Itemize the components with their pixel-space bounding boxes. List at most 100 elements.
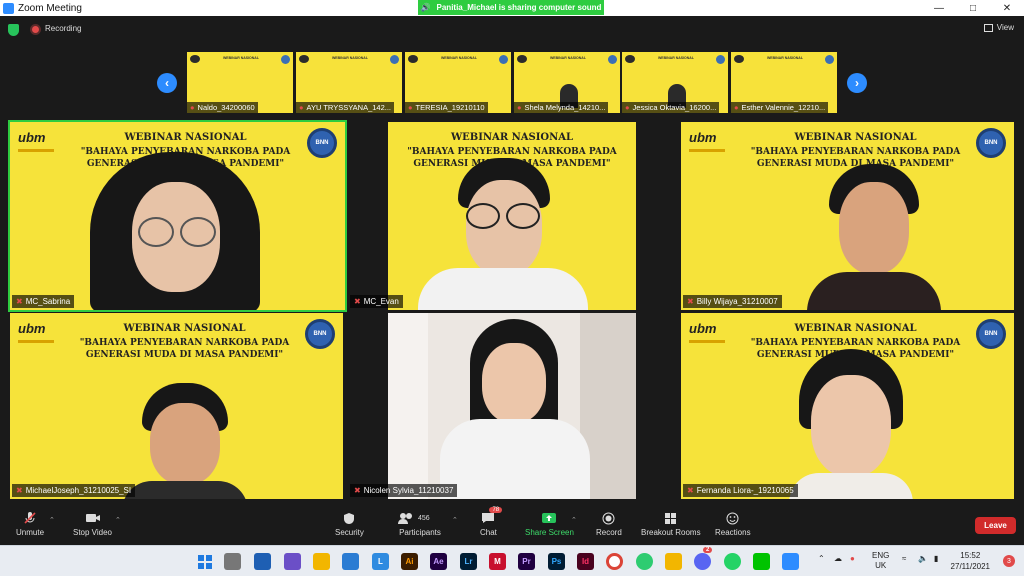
thumbnails-prev-button[interactable]: ‹ [157, 73, 177, 93]
participants-button[interactable]: 456 Participants [398, 511, 442, 537]
record-button[interactable]: Record [596, 511, 622, 537]
video-camera-icon [85, 511, 101, 525]
ubm-logo-icon [625, 55, 635, 63]
snip-tool-icon[interactable] [254, 553, 271, 570]
thumbnail-tile[interactable]: WEBINAR NASIONAL ● Naldo_34200060 [187, 52, 293, 113]
participants-options-caret-icon[interactable]: ⌃ [452, 516, 458, 524]
close-button[interactable]: ✕ [990, 0, 1024, 16]
thumbnail-tile[interactable]: WEBINAR NASIONAL ● Shela Melynda_14210... [514, 52, 620, 113]
thumbnail-banner-text: WEBINAR NASIONAL [223, 56, 259, 60]
language-indicator[interactable]: ENG UK [872, 551, 889, 571]
volume-icon[interactable]: 🔈 [918, 554, 928, 563]
meeting-toolbar: Unmute ⌃ Stop Video ⌃ Security 456 Parti… [0, 507, 1024, 545]
ubm-logo-icon [299, 55, 309, 63]
tray-mic-icon[interactable]: ● [850, 554, 855, 563]
lync-icon[interactable]: L [372, 553, 389, 570]
thumbnails-next-button[interactable]: › [847, 73, 867, 93]
premiere-icon[interactable]: Pr [518, 553, 535, 570]
file-explorer-icon[interactable] [313, 553, 330, 570]
folder-icon[interactable] [665, 553, 682, 570]
thumbnail-name: ● Esther Valennie_12210... [731, 102, 829, 113]
stop-video-button[interactable]: Stop Video [73, 511, 112, 537]
encryption-shield-icon[interactable] [8, 24, 19, 36]
onedrive-icon[interactable]: ☁ [834, 554, 842, 563]
chat-badge: 78 [489, 507, 503, 513]
bnn-seal-icon: BNN [307, 128, 337, 158]
view-label: View [996, 23, 1014, 32]
notifications-badge[interactable]: 3 [1003, 555, 1015, 567]
windows-start-icon[interactable] [196, 553, 213, 570]
bnn-seal-icon [390, 55, 399, 64]
thumbnail-tile[interactable]: WEBINAR NASIONAL ● Esther Valennie_12210.… [731, 52, 837, 113]
recording-label: Recording [45, 24, 82, 33]
photoshop-icon[interactable]: Ps [548, 553, 565, 570]
whatsapp-icon[interactable] [724, 553, 741, 570]
thumbnail-name: ● TERESIA_19210110 [405, 102, 488, 113]
chat-button[interactable]: 78 Chat [480, 507, 503, 537]
illustrator-icon[interactable]: Ai [401, 553, 418, 570]
bnn-seal-icon: BNN [976, 319, 1006, 349]
thumbnail-tile[interactable]: WEBINAR NASIONAL ● AYU TRYSSYANA_142... [296, 52, 402, 113]
leave-button[interactable]: Leave [975, 517, 1016, 534]
audio-options-caret-icon[interactable]: ⌃ [49, 516, 55, 524]
share-options-caret-icon[interactable]: ⌃ [571, 516, 577, 524]
security-button[interactable]: Security [335, 511, 364, 537]
thumbnail-tile[interactable]: WEBINAR NASIONAL ● Jessica Oktavia_16200.… [622, 52, 728, 113]
participant-name-label: ✖ MichaelJoseph_31210025_SI [12, 484, 136, 497]
video-tile-mc-evan[interactable]: WEBINAR NASIONAL "BAHAYA PENYEBARAN NARK… [348, 122, 636, 310]
task-view-icon[interactable] [224, 553, 241, 570]
reactions-button[interactable]: Reactions [715, 511, 751, 537]
sharing-banner-text: Panitia_Michael is sharing computer soun… [436, 3, 602, 12]
chrome-profile-icon[interactable] [636, 553, 653, 570]
lightroom-icon[interactable]: Lr [460, 553, 477, 570]
muted-mic-icon: ● [625, 103, 630, 112]
participant-name-label: ✖ Billy Wijaya_31210007 [683, 295, 782, 308]
video-tile-michael-joseph[interactable]: ubm BNN WEBINAR NASIONAL "BAHAYA PENYEBA… [10, 313, 343, 499]
window-title: Zoom Meeting [18, 2, 82, 14]
thumbnail-tile[interactable]: WEBINAR NASIONAL ● TERESIA_19210110 [405, 52, 511, 113]
maximize-button[interactable]: □ [956, 0, 990, 16]
indesign-icon[interactable]: Id [577, 553, 594, 570]
video-tile-mc-sabrina[interactable]: ubm BNN WEBINAR NASIONAL "BAHAYA PENYEBA… [8, 120, 347, 312]
muted-mic-icon: ✖ [16, 297, 23, 306]
muted-mic-icon: ● [190, 103, 195, 112]
minimize-button[interactable]: — [922, 0, 956, 16]
unmute-button[interactable]: Unmute [16, 511, 44, 537]
view-button[interactable]: View [983, 23, 1014, 32]
ubm-logo-icon [190, 55, 200, 63]
line-icon[interactable] [753, 553, 770, 570]
bnn-seal-icon [499, 55, 508, 64]
zoom-taskbar-icon[interactable] [782, 553, 799, 570]
battery-icon[interactable]: ▮ [934, 554, 938, 563]
bnn-seal-icon [281, 55, 290, 64]
ubm-logo-icon [408, 55, 418, 63]
shield-icon [341, 511, 357, 525]
mail-icon[interactable] [342, 553, 359, 570]
zoom-app-icon [3, 2, 14, 14]
sharing-sound-banner[interactable]: 🔊 Panitia_Michael is sharing computer so… [418, 0, 604, 15]
smiley-icon [725, 511, 741, 525]
video-tile-billy-wijaya[interactable]: ubm BNN WEBINAR NASIONAL "BAHAYA PENYEBA… [681, 122, 1014, 310]
bnn-seal-icon: BNN [305, 319, 335, 349]
participant-name-label: ✖ MC_Sabrina [12, 295, 75, 308]
chrome-icon[interactable] [606, 553, 623, 570]
teams-icon[interactable] [284, 553, 301, 570]
discord-icon[interactable]: 2 [694, 547, 713, 570]
tray-chevron-icon[interactable]: ⌃ [818, 554, 825, 563]
thumbnail-name: ● AYU TRYSSYANA_142... [296, 102, 395, 113]
webinar-headline: WEBINAR NASIONAL "BAHAYA PENYEBARAN NARK… [750, 132, 961, 169]
breakout-rooms-button[interactable]: Breakout Rooms [641, 511, 701, 537]
thumbnail-name: ● Naldo_34200060 [187, 102, 258, 113]
thumbnail-banner-text: WEBINAR NASIONAL [658, 56, 694, 60]
view-grid-icon [983, 23, 993, 32]
video-options-caret-icon[interactable]: ⌃ [115, 516, 121, 524]
after-effects-icon[interactable]: Ae [430, 553, 447, 570]
clock[interactable]: 15:52 27/11/2021 [951, 550, 990, 572]
mcafee-icon[interactable]: M [489, 553, 506, 570]
video-tile-nicolen-sylvia[interactable]: ✖ Nicolen Sylvia_11210037 [348, 313, 636, 499]
share-screen-button[interactable]: Share Screen [525, 511, 574, 537]
webinar-headline: WEBINAR NASIONAL "BAHAYA PENYEBARAN NARK… [79, 323, 290, 360]
video-tile-fernanda-liora[interactable]: ubm BNN WEBINAR NASIONAL "BAHAYA PENYEBA… [681, 313, 1014, 499]
wifi-icon[interactable]: ≈ [902, 554, 906, 563]
thumbnail-name: ● Shela Melynda_14210... [514, 102, 609, 113]
